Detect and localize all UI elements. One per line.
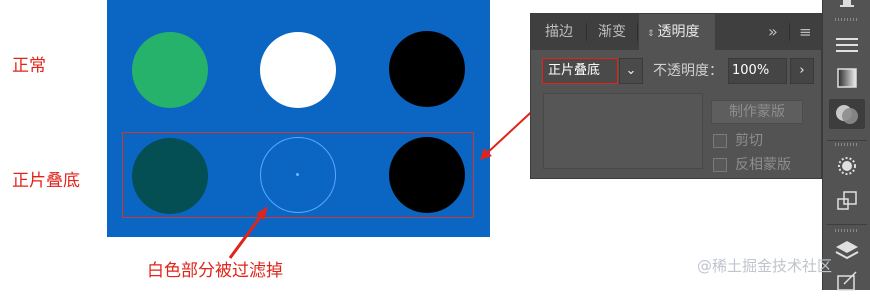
make-mask-button[interactable]: 制作蒙版 (711, 100, 803, 124)
clip-label: 剪切 (735, 133, 763, 149)
panel-tab-bar: 描边 渐变 ⇕ 透明度 » ≡ (531, 14, 821, 50)
chevron-right-icon[interactable]: › (790, 58, 814, 84)
right-toolbar (822, 0, 870, 291)
pin-icon[interactable] (832, 0, 862, 28)
tab-stroke[interactable]: 描边 (545, 14, 573, 50)
transparency-icon (836, 105, 858, 124)
mask-thumbnail (543, 93, 703, 169)
invert-mask-checkbox[interactable] (713, 158, 727, 172)
panel-collapse-icon[interactable]: » (768, 14, 778, 50)
layers-icon[interactable] (832, 237, 862, 265)
appearance-icon[interactable] (832, 152, 862, 180)
tab-toggle-icon: ⇕ (647, 29, 655, 39)
annotation-text: 白色部分被过滤掉 (147, 261, 283, 281)
blend-mode-select[interactable]: 正片叠底 (542, 58, 618, 84)
align-icon[interactable] (832, 31, 862, 59)
tab-transparency[interactable]: ⇕ 透明度 (639, 14, 715, 50)
export-icon[interactable] (832, 270, 862, 298)
invert-mask-label: 反相蒙版 (735, 157, 791, 173)
chevron-down-icon[interactable]: ⌄ (619, 58, 643, 84)
opacity-input[interactable]: 100% (728, 58, 787, 84)
transparency-tool[interactable] (829, 99, 865, 129)
opacity-label: 不透明度： (653, 63, 723, 79)
clip-checkbox[interactable] (713, 134, 727, 148)
gradient-icon[interactable] (832, 64, 862, 92)
arrow-to-white-circle (228, 211, 266, 259)
tab-transparency-label: 透明度 (657, 24, 700, 40)
watermark: @稀土掘金技术社区 (697, 257, 833, 275)
transparency-panel: 描边 渐变 ⇕ 透明度 » ≡ 正片叠底 ⌄ 不透明度： 100% › 制作蒙版 … (530, 13, 822, 179)
tab-gradient[interactable]: 渐变 (598, 14, 626, 50)
panel-menu-icon[interactable]: ≡ (799, 14, 812, 50)
transform-icon[interactable] (832, 187, 862, 215)
